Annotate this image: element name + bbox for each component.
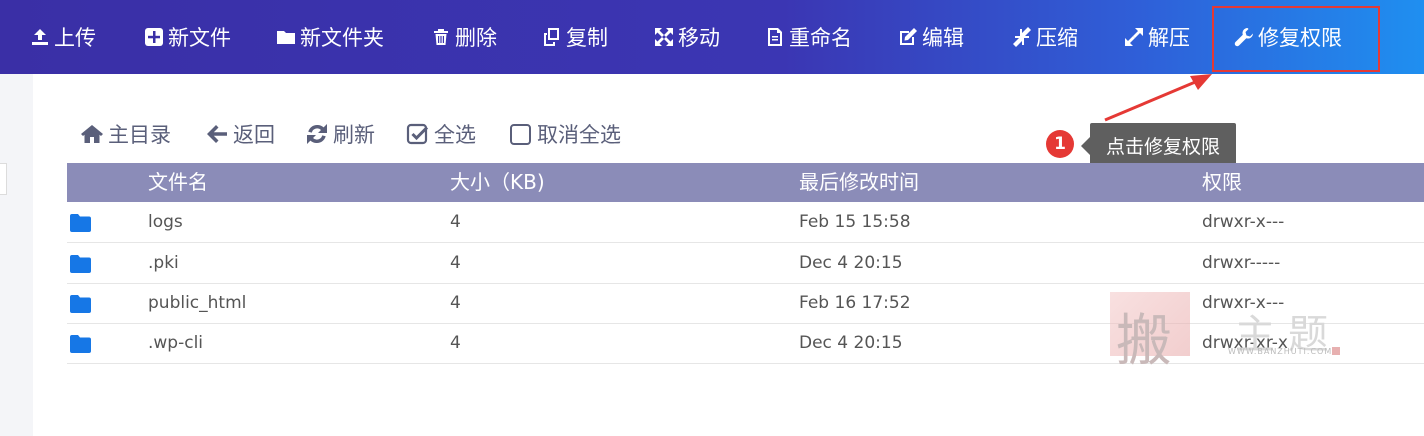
folder-icon	[70, 255, 91, 273]
table-row[interactable]: public_html 4 Feb 16 17:52 drwxr-x---	[67, 283, 1424, 324]
file-name[interactable]: .wp-cli	[148, 323, 203, 363]
column-header-size[interactable]: 大小（KB)	[450, 163, 545, 202]
step-badge: 1	[1046, 130, 1074, 158]
file-size: 4	[450, 212, 461, 232]
file-modified: Dec 4 20:15	[799, 253, 903, 273]
file-name[interactable]: logs	[148, 202, 183, 242]
file-size: 4	[450, 253, 461, 273]
annotation-tooltip: 点击修复权限	[1081, 123, 1236, 168]
table-row[interactable]: .pki 4 Dec 4 20:15 drwxr-----	[67, 243, 1424, 284]
table-header: 文件名 大小（KB) 最后修改时间 权限	[67, 163, 1424, 202]
file-modified: Feb 16 17:52	[799, 293, 911, 313]
column-header-name[interactable]: 文件名	[148, 163, 208, 202]
folder-icon	[70, 214, 91, 232]
column-header-permissions[interactable]: 权限	[1202, 163, 1242, 202]
file-name[interactable]: public_html	[148, 283, 246, 323]
file-name[interactable]: .pki	[148, 243, 179, 283]
folder-icon	[70, 295, 91, 313]
file-permissions: drwxr-----	[1202, 253, 1281, 273]
file-size: 4	[450, 333, 461, 353]
file-permissions: drwxr-x---	[1202, 212, 1285, 232]
file-modified: Feb 15 15:58	[799, 212, 911, 232]
table-row[interactable]: .wp-cli 4 Dec 4 20:15 drwxr-xr-x	[67, 323, 1424, 364]
file-modified: Dec 4 20:15	[799, 333, 903, 353]
column-header-modified[interactable]: 最后修改时间	[799, 163, 919, 202]
table-row[interactable]: logs 4 Feb 15 15:58 drwxr-x---	[67, 202, 1424, 243]
file-permissions: drwxr-xr-x	[1202, 333, 1288, 353]
file-permissions: drwxr-x---	[1202, 293, 1285, 313]
file-size: 4	[450, 293, 461, 313]
folder-icon	[70, 335, 91, 353]
